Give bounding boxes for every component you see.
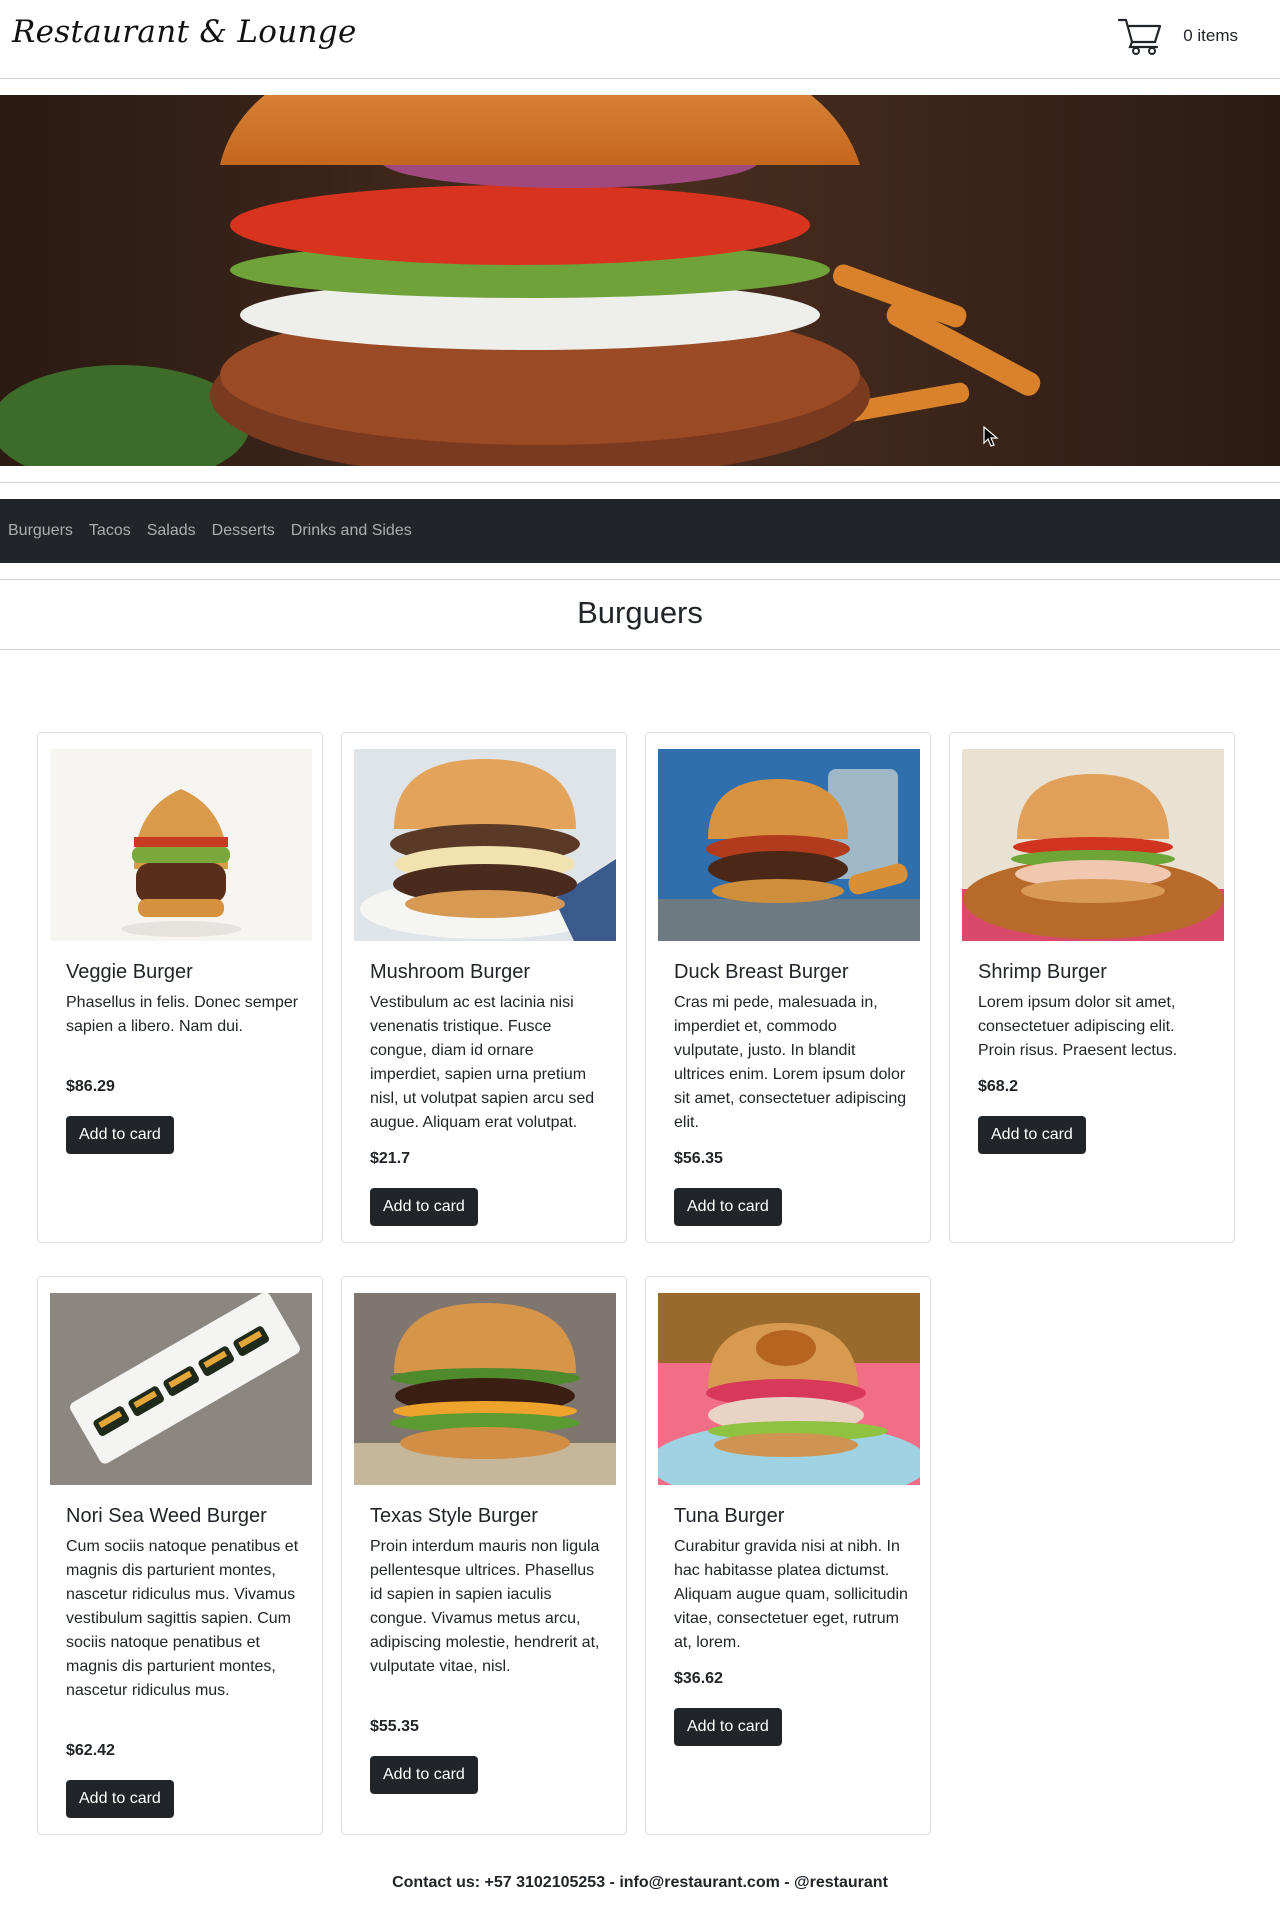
add-to-card-button[interactable]: Add to card [66,1116,174,1154]
product-description: Cras mi pede, malesuada in, imperdiet et… [674,994,907,1131]
hero-burger-image [0,95,1280,466]
product-name: Texas Style Burger [370,1505,538,1527]
cart-button[interactable]: 0 items [1117,14,1238,58]
product-card-mushroom-burger: Mushroom Burger Vestibulum ac est lacini… [341,732,627,1243]
add-to-card-button[interactable]: Add to card [674,1188,782,1226]
product-image [354,1293,616,1485]
add-to-card-button[interactable]: Add to card [370,1756,478,1794]
add-to-card-button[interactable]: Add to card [674,1708,782,1746]
product-card-veggie-burger: Veggie Burger Phasellus in felis. Donec … [37,732,323,1243]
product-price: $68.2 [978,1078,1019,1095]
section-title: Burguers [577,595,703,630]
divider [0,649,1280,650]
add-to-card-button[interactable]: Add to card [978,1116,1086,1154]
divider [0,482,1280,483]
product-description: Curabitur gravida nisi at nibh. In hac h… [674,1538,908,1651]
product-card-texas-style-burger: Texas Style Burger Proin interdum mauris… [341,1276,627,1835]
product-price: $56.35 [674,1150,723,1167]
product-price: $55.35 [370,1718,419,1735]
divider [0,579,1280,580]
product-image [658,749,920,941]
nav-item-salads[interactable]: Salads [147,522,196,540]
category-nav: Burguers Tacos Salads Desserts Drinks an… [0,499,1280,563]
mouse-cursor-icon [983,426,999,447]
nav-item-burguers[interactable]: Burguers [8,522,73,540]
product-image [658,1293,920,1485]
product-image [50,1293,312,1485]
product-name: Tuna Burger [674,1505,785,1527]
cart-count: 0 items [1183,26,1238,45]
site-header: Restaurant & Lounge 0 items [0,0,1280,79]
product-description: Vestibulum ac est lacinia nisi venenatis… [370,994,595,1131]
product-price: $86.29 [66,1078,115,1095]
product-card-duck-breast-burger: Duck Breast Burger Cras mi pede, malesua… [645,732,931,1243]
product-description: Phasellus in felis. Donec semper sapien … [66,994,299,1035]
product-name: Shrimp Burger [978,961,1107,983]
product-name: Duck Breast Burger [674,961,849,983]
footer-contact: Contact us: +57 3102105253 - info@restau… [392,1874,888,1891]
product-price: $21.7 [370,1150,411,1167]
product-price: $62.42 [66,1742,115,1759]
product-description: Lorem ipsum dolor sit amet, consectetuer… [978,994,1178,1059]
product-card-shrimp-burger: Shrimp Burger Lorem ipsum dolor sit amet… [949,732,1235,1243]
product-name: Veggie Burger [66,961,193,983]
product-description: Proin interdum mauris non ligula pellent… [370,1538,600,1675]
product-image [354,749,616,941]
product-price: $36.62 [674,1670,723,1687]
product-name: Mushroom Burger [370,961,531,983]
add-to-card-button[interactable]: Add to card [370,1188,478,1226]
nav-item-drinks-and-sides[interactable]: Drinks and Sides [291,522,412,540]
nav-item-desserts[interactable]: Desserts [212,522,275,540]
site-logo[interactable]: Restaurant & Lounge [12,14,357,50]
product-image [962,749,1224,941]
add-to-card-button[interactable]: Add to card [66,1780,174,1818]
product-name: Nori Sea Weed Burger [66,1505,267,1527]
product-image [50,749,312,941]
nav-item-tacos[interactable]: Tacos [89,522,131,540]
cart-icon [1118,18,1162,55]
product-card-tuna-burger: Tuna Burger Curabitur gravida nisi at ni… [645,1276,931,1835]
product-card-nori-sea-weed-burger: Nori Sea Weed Burger Cum sociis natoque … [37,1276,323,1835]
product-description: Cum sociis natoque penatibus et magnis d… [66,1538,299,1699]
